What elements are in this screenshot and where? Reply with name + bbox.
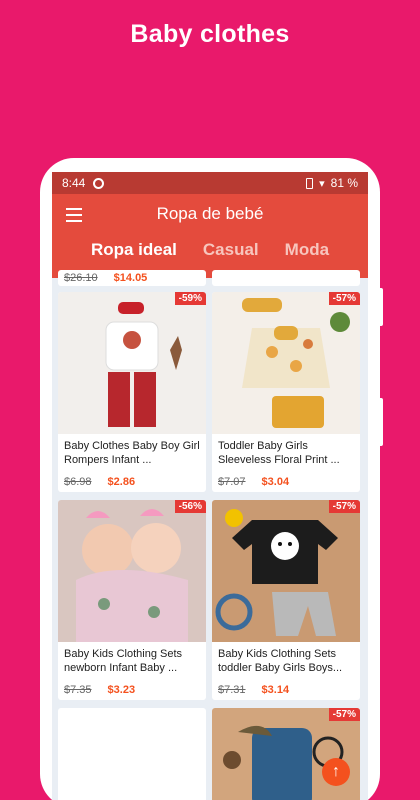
scroll-top-button[interactable]: ↑ [322,758,350,786]
product-card-partial[interactable] [212,270,360,286]
product-image: -59% [58,292,206,434]
new-price: $3.14 [261,684,290,696]
old-price: $7.07 [218,476,246,488]
old-price: $7.31 [218,684,246,696]
arrow-up-icon: ↑ [332,763,340,780]
new-price: $2.86 [107,476,136,488]
product-image: -57% [212,292,360,434]
app-title: Ropa de bebé [156,204,264,223]
app-bar: Ropa de bebé Ropa ideal Casual Moda [52,194,368,278]
phone-volume-button [378,288,383,326]
product-card-partial[interactable] [58,708,206,800]
old-price: $7.35 [64,684,92,696]
phone-power-button [378,398,383,446]
discount-badge: -57% [328,500,360,513]
discount-badge: -59% [174,292,206,305]
new-price: $14.05 [113,272,148,284]
tab-casual[interactable]: Casual [203,240,259,268]
product-title: Baby Kids Clothing Sets toddler Baby Gir… [218,648,343,674]
new-price: $3.23 [107,684,136,696]
status-time: 8:44 [62,176,86,190]
discount-badge: -57% [328,292,360,305]
product-card-partial[interactable]: $26.10 $14.05 [58,270,206,286]
tab-bar: Ropa ideal Casual Moda [52,240,368,268]
promo-title: Baby clothes [130,20,290,48]
sync-icon [93,177,105,189]
product-card[interactable]: -56% Baby Kids Clothing Sets newborn Inf… [58,500,206,700]
discount-badge: -56% [174,500,206,513]
product-card-partial[interactable]: -57% [212,708,360,800]
discount-badge: -57% [328,708,360,721]
product-card[interactable]: -59% Baby Clothes Baby Boy Girl Rompers … [58,292,206,492]
product-title: Baby Kids Clothing Sets newborn Infant B… [64,648,183,674]
status-bar: 8:44 ▾ 81 % [52,172,368,194]
product-image: -57% [212,708,360,800]
new-price: $3.04 [261,476,290,488]
product-card[interactable]: -57% Baby Kids Clothing Sets toddler Bab… [212,500,360,700]
product-grid: $26.10 $14.05 -59% Baby Clothes Baby Boy… [52,270,368,800]
product-image: -56% [58,500,206,642]
old-price: $26.10 [64,272,98,284]
app-screen: 8:44 ▾ 81 % Ropa de bebé Ropa ideal Casu… [52,172,368,800]
battery-icon [306,177,314,189]
product-title: Toddler Baby Girls Sleeveless Floral Pri… [218,440,340,466]
tab-moda[interactable]: Moda [285,240,329,268]
product-card[interactable]: -57% Toddler Baby Girls Sleeveless Flora… [212,292,360,492]
product-image: -57% [212,500,360,642]
tab-ropa-ideal[interactable]: Ropa ideal [91,240,177,268]
battery-level: 81 % [330,176,358,190]
wifi-icon: ▾ [319,177,325,190]
product-title: Baby Clothes Baby Boy Girl Rompers Infan… [64,440,200,466]
old-price: $6.98 [64,476,92,488]
